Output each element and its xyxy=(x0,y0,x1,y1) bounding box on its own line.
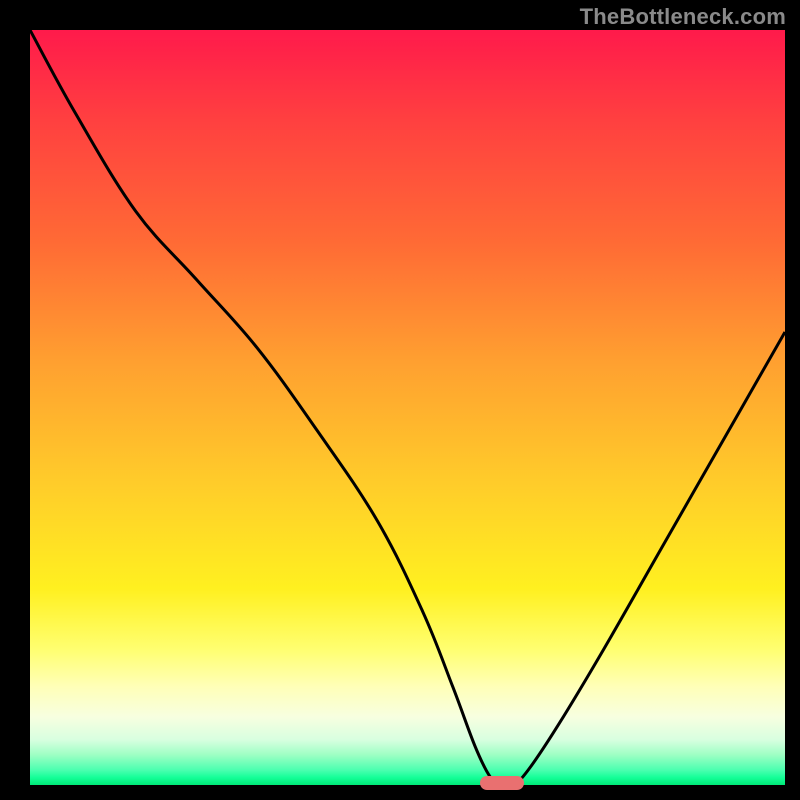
chart-container: { "watermark": "TheBottleneck.com", "cha… xyxy=(0,0,800,800)
curve-path xyxy=(30,30,785,785)
watermark-text: TheBottleneck.com xyxy=(580,4,786,30)
optimal-marker xyxy=(480,776,524,790)
bottleneck-curve xyxy=(30,30,785,785)
